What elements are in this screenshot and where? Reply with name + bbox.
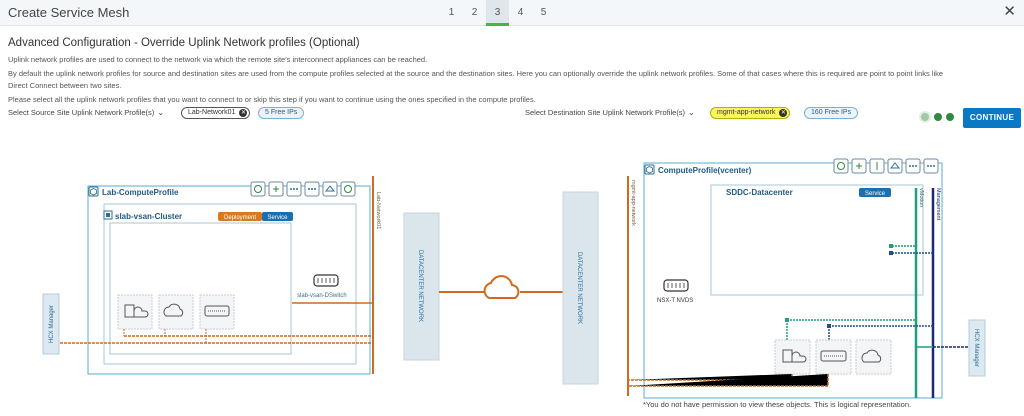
step-1[interactable]: 1 — [440, 0, 463, 26]
step-4[interactable]: 4 — [509, 0, 532, 26]
svg-text:mgmt-app-network: mgmt-app-network — [630, 180, 636, 226]
network-diagram: .pb { fill:none; stroke:#5aaed2; stroke-… — [42, 158, 986, 399]
source-uplink-selector[interactable]: Select Source Site Uplink Network Profil… — [8, 108, 164, 117]
destination-uplink-chip[interactable]: mgmt-app-network ✕ — [710, 107, 791, 119]
source-free-ips-badge: 5 Free IPs — [258, 107, 305, 119]
svg-text:HCX Manager: HCX Manager — [973, 329, 979, 367]
svg-text:Service: Service — [865, 191, 886, 197]
svg-text:Deployment: Deployment — [224, 215, 256, 221]
switch-icon — [663, 279, 689, 292]
svg-text:vMotion: vMotion — [918, 188, 924, 207]
chevron-down-icon[interactable]: ⌄ — [157, 108, 164, 117]
cube-icon — [88, 186, 99, 197]
left-cluster-label: slab-vsan-Cluster — [115, 212, 182, 221]
close-icon[interactable]: ✕ — [1003, 4, 1016, 20]
svg-text:DATACENTER NETWORK: DATACENTER NETWORK — [576, 252, 582, 324]
nsx-label: NSX-T NVDS — [657, 298, 693, 304]
svg-text:HCX Manager: HCX Manager — [49, 305, 55, 343]
service-icons-right — [833, 158, 939, 174]
description-line-4: Please select all the uplink network pro… — [8, 95, 536, 104]
destination-free-ips-badge: 160 Free IPs — [804, 107, 859, 119]
window-title: Create Service Mesh — [8, 5, 130, 20]
switch-icon — [313, 274, 339, 287]
right-datacenter-label: SDDC-Datacenter — [726, 188, 793, 197]
step-2[interactable]: 2 — [463, 0, 486, 26]
destination-chip-label: mgmt-app-network — [717, 109, 776, 116]
right-profile-label: ComputeProfile(vcenter) — [658, 166, 752, 175]
source-uplink-label: Select Source Site Uplink Network Profil… — [8, 108, 155, 117]
destination-uplink-label: Select Destination Site Uplink Network P… — [525, 108, 686, 117]
wizard-steps: 1 2 3 4 5 — [440, 0, 555, 26]
right-datacenter-box — [710, 184, 924, 296]
permission-footnote: *You do not have permission to view thes… — [643, 400, 912, 409]
svg-text:DATACENTER NETWORK: DATACENTER NETWORK — [417, 250, 423, 322]
description-line-2: By default the uplink network profiles f… — [8, 69, 944, 78]
description-line-1: Uplink network profiles are used to conn… — [8, 55, 428, 64]
continue-button[interactable]: CONTINUE — [963, 108, 1021, 128]
source-chip-label: Lab-Network01 — [188, 109, 236, 116]
step-3[interactable]: 3 — [486, 0, 509, 26]
remove-chip-icon[interactable]: ✕ — [779, 109, 788, 117]
left-appliance-box — [109, 222, 292, 355]
datacenter-connectors — [889, 244, 933, 255]
cluster-icon — [103, 210, 113, 220]
left-profile-label: Lab-ComputeProfile — [102, 188, 179, 197]
remove-chip-icon[interactable]: ✕ — [239, 109, 248, 117]
chevron-down-icon[interactable]: ⌄ — [688, 108, 695, 117]
cube-icon — [644, 164, 655, 175]
svg-text:Management: Management — [935, 188, 941, 221]
hcx-appliances-left — [117, 294, 235, 330]
page-title: Advanced Configuration - Override Uplink… — [8, 37, 360, 49]
title-bar: Create Service Mesh 1 2 3 4 5 ✕ — [0, 0, 1024, 26]
cloud-icon — [483, 275, 520, 299]
svg-text:Service: Service — [267, 215, 288, 221]
destination-uplink-selector[interactable]: Select Destination Site Uplink Network P… — [525, 108, 695, 117]
source-uplink-chip[interactable]: Lab-Network01 ✕ — [181, 107, 251, 119]
left-switch-label: slab-vsan-DSwitch — [297, 293, 347, 299]
service-icons-left — [250, 181, 356, 197]
description-line-3: Direct Connect between two sites. — [8, 81, 122, 90]
svg-text:Lab-Network01: Lab-Network01 — [375, 192, 381, 229]
step-5[interactable]: 5 — [532, 0, 555, 26]
